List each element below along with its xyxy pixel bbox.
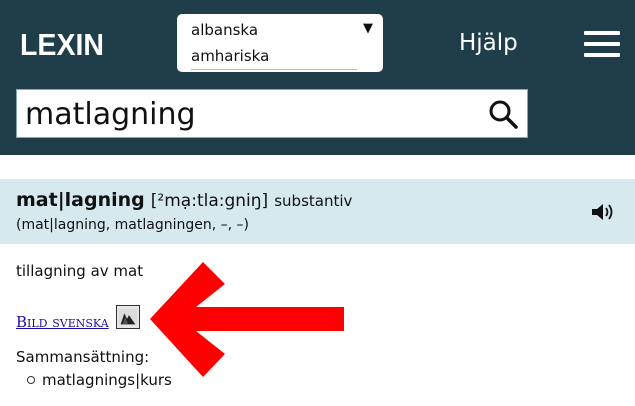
compounds-title: Sammansättning:: [16, 348, 150, 366]
headword-line: mat|lagning [²mạ:tla:gniŋ] substantiv: [16, 189, 352, 211]
image-thumbnail-icon[interactable]: [116, 305, 140, 329]
help-link[interactable]: Hjälp: [459, 30, 518, 56]
lexin-logo[interactable]: LEXIN: [20, 27, 104, 63]
dropdown-caret-icon[interactable]: ▼: [363, 21, 373, 36]
definition: tillagning av mat: [16, 262, 144, 280]
select-divider: [191, 69, 357, 70]
headword: mat|lagning: [16, 189, 145, 211]
hamburger-menu-icon[interactable]: [584, 31, 620, 57]
bullet-icon: [27, 376, 35, 384]
image-link[interactable]: Bild svenska: [16, 313, 109, 331]
language-select[interactable]: albanska amhariska ▼: [177, 14, 383, 72]
speaker-icon[interactable]: [590, 202, 616, 222]
entry-header: mat|lagning [²mạ:tla:gniŋ] substantiv (m…: [0, 179, 635, 244]
pronunciation: [²mạ:tla:gniŋ]: [150, 191, 269, 211]
part-of-speech: substantiv: [274, 192, 353, 210]
search-icon[interactable]: [487, 98, 519, 130]
search-box: [16, 89, 528, 138]
red-arrow-annotation: [150, 262, 344, 377]
language-option-amhariska[interactable]: amhariska: [191, 47, 269, 65]
top-header: LEXIN albanska amhariska ▼ Hjälp: [0, 0, 635, 155]
language-option-albanska[interactable]: albanska: [191, 21, 258, 39]
search-input[interactable]: [25, 94, 475, 134]
inflections: (mat|lagning, matlagningen, –, –): [16, 217, 249, 233]
